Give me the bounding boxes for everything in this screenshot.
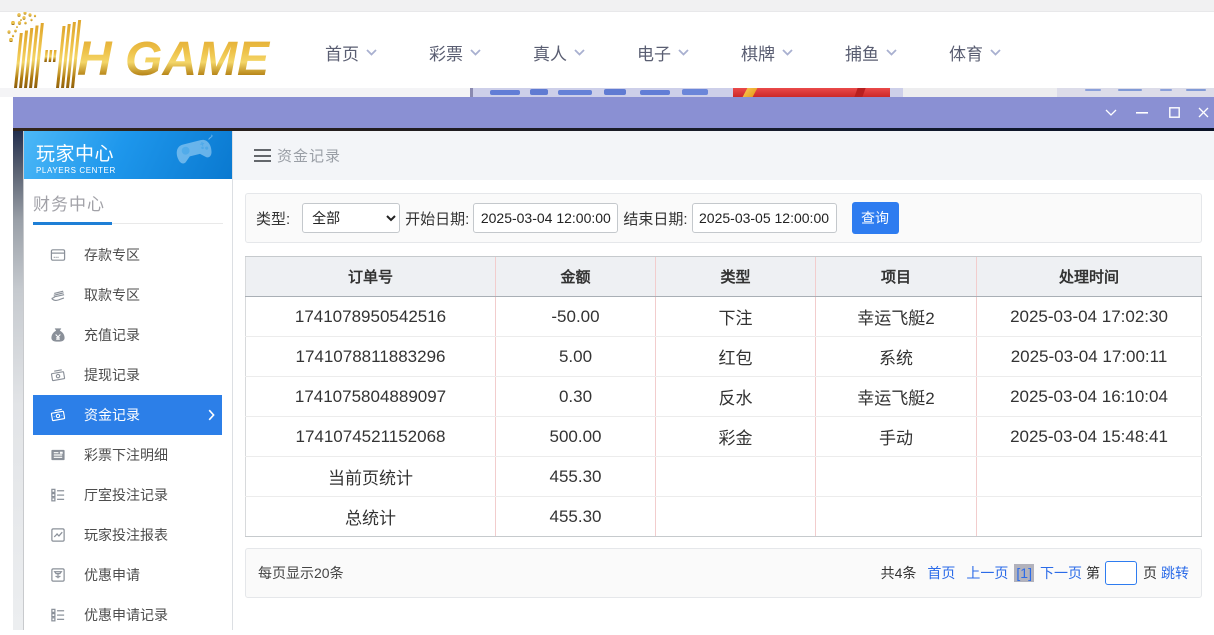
svg-text:H GAME: H GAME <box>77 33 271 86</box>
